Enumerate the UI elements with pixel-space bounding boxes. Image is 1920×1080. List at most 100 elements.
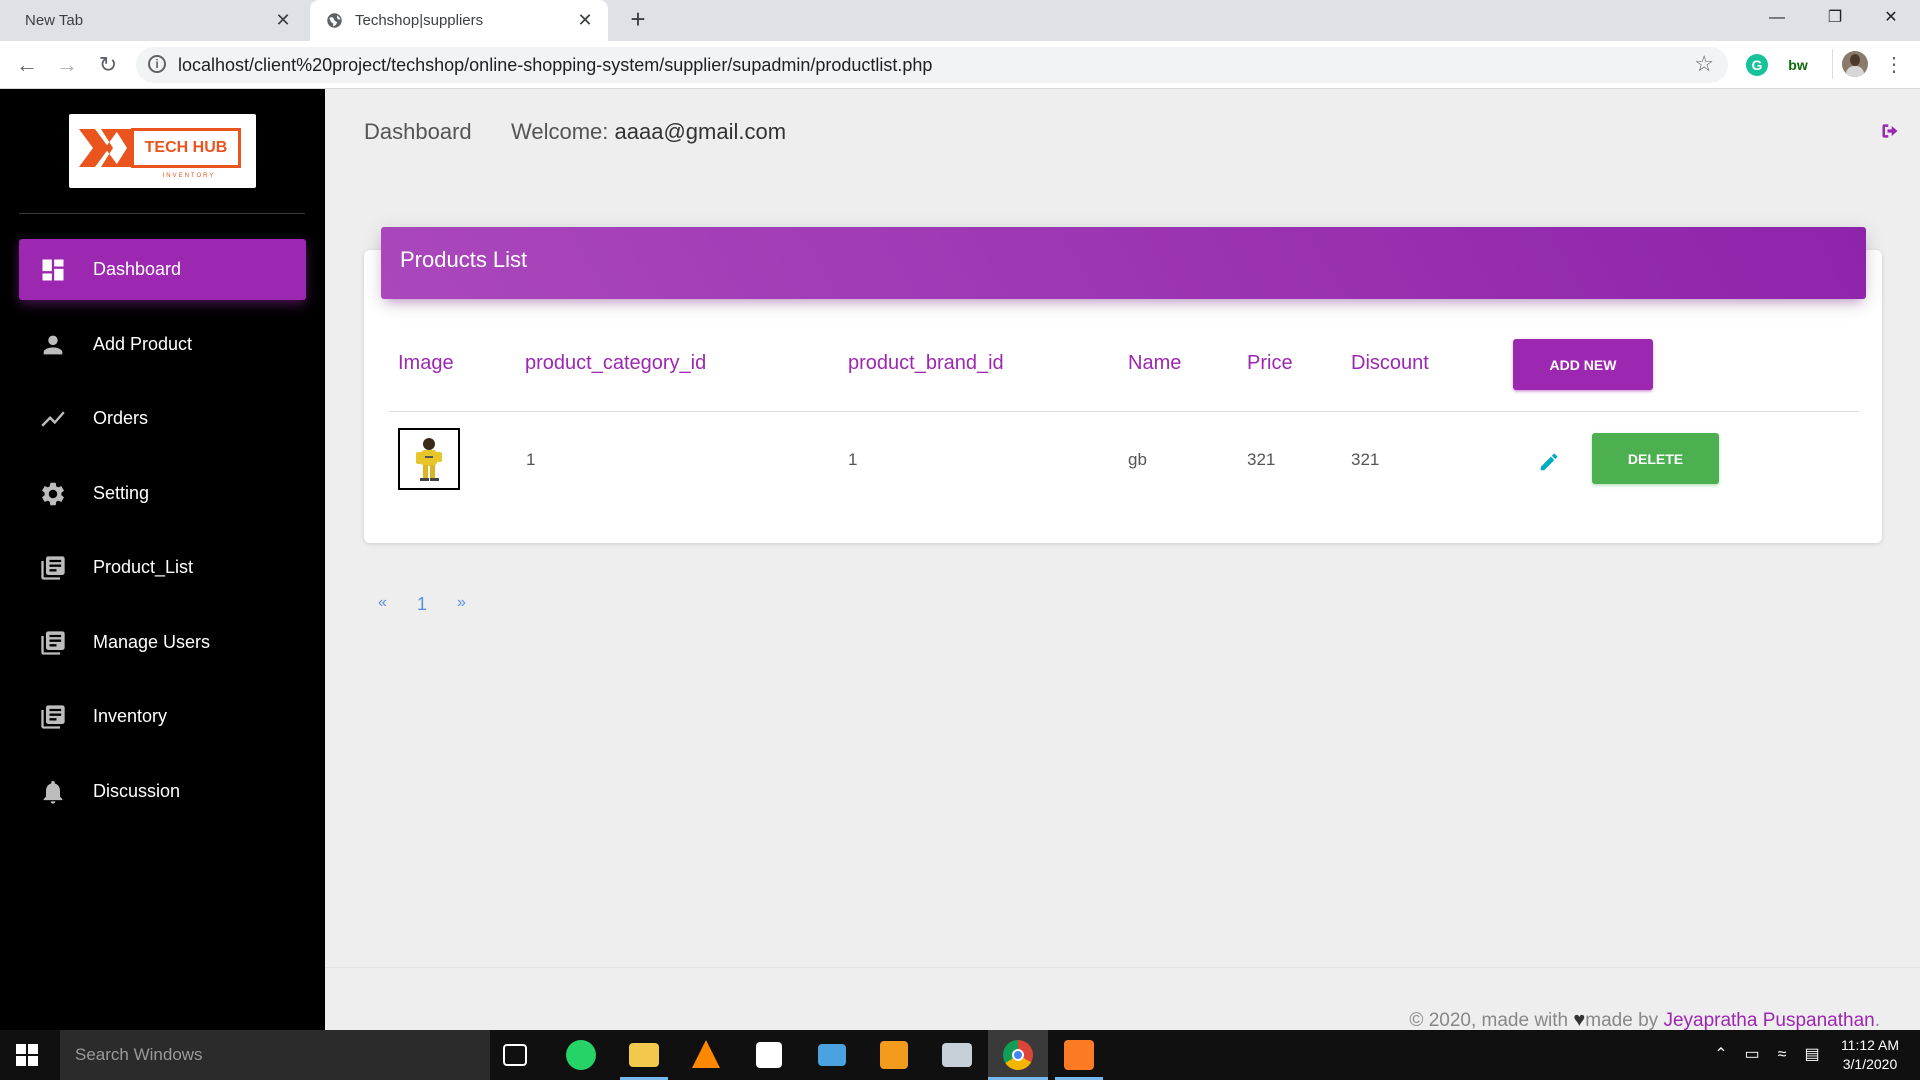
column-header-name: Name xyxy=(1128,352,1182,374)
column-header-discount: Discount xyxy=(1351,352,1429,374)
column-header-price: Price xyxy=(1247,352,1293,374)
globe-icon xyxy=(327,13,342,28)
tab-techshop-suppliers[interactable]: Techshop|suppliers ✕ xyxy=(310,0,608,41)
whatsapp-icon[interactable] xyxy=(566,1040,596,1070)
pagination-page-1[interactable]: 1 xyxy=(417,594,427,615)
store-icon[interactable] xyxy=(756,1042,782,1068)
url-text[interactable]: localhost/client%20project/techshop/onli… xyxy=(178,55,932,76)
address-bar[interactable]: i localhost/client%20project/techshop/on… xyxy=(136,47,1728,83)
task-view-icon[interactable] xyxy=(503,1044,527,1066)
sidebar-divider xyxy=(19,213,305,214)
xampp-icon[interactable] xyxy=(1064,1040,1094,1070)
sidebar-item-orders[interactable]: Orders xyxy=(19,388,306,449)
footer-middle: made by xyxy=(1585,1010,1659,1031)
close-tab-icon[interactable]: ✕ xyxy=(272,9,294,31)
card-header: Products List xyxy=(381,227,1866,299)
main-panel: Dashboard Welcome: aaaa@gmail.com Produc… xyxy=(325,89,1920,1032)
trending-icon xyxy=(37,403,69,435)
sidebar-item-label: Manage Users xyxy=(93,632,211,652)
sidebar-item-label: Dashboard xyxy=(93,259,182,279)
reload-icon[interactable]: ↻ xyxy=(94,51,122,79)
sidebar-item-add-product[interactable]: Add Product xyxy=(19,314,306,375)
tab-title: New Tab xyxy=(25,12,84,29)
welcome-message: Welcome: aaaa@gmail.com xyxy=(511,119,786,145)
clock-date: 3/1/2020 xyxy=(1842,1056,1898,1072)
column-header-brand: product_brand_id xyxy=(848,352,1004,374)
sidebar-item-setting[interactable]: Setting xyxy=(19,463,306,524)
pagination-prev[interactable]: « xyxy=(378,594,387,612)
library-books-icon xyxy=(37,552,69,584)
edit-pencil-icon[interactable] xyxy=(1538,451,1560,473)
column-header-category: product_category_id xyxy=(525,352,707,374)
sidebar-item-dashboard[interactable]: Dashboard xyxy=(19,239,306,300)
welcome-prefix: Welcome: xyxy=(511,119,609,144)
maximize-button[interactable]: ❐ xyxy=(1806,0,1864,38)
menu-kebab-icon[interactable]: ⋮ xyxy=(1880,51,1908,79)
vlc-icon[interactable] xyxy=(692,1040,720,1068)
new-tab-button[interactable]: + xyxy=(624,6,652,34)
system-clock[interactable]: 11:12 AM 3/1/2020 xyxy=(1830,1036,1910,1074)
windows-start-icon[interactable] xyxy=(16,1044,38,1066)
table-divider xyxy=(389,411,1859,412)
tech-hub-logo[interactable]: TECH HUB INVENTORY xyxy=(69,114,256,188)
sidebar-item-discussion[interactable]: Discussion xyxy=(19,761,306,822)
chrome-icon[interactable] xyxy=(1003,1040,1033,1070)
network-app-icon[interactable] xyxy=(942,1043,972,1067)
close-window-button[interactable]: ✕ xyxy=(1862,0,1920,38)
footer-author-link[interactable]: Jeyapratha Puspanathan xyxy=(1663,1010,1874,1031)
library-books-icon xyxy=(37,701,69,733)
delete-button[interactable]: DELETE xyxy=(1592,433,1719,484)
tray-chevron-icon[interactable]: ⌃ xyxy=(1710,1030,1732,1080)
sidebar-item-manage-users[interactable]: Manage Users xyxy=(19,612,306,673)
profile-avatar[interactable] xyxy=(1842,51,1868,77)
clock-time: 11:12 AM xyxy=(1840,1037,1900,1053)
logout-icon[interactable] xyxy=(1880,121,1900,141)
product-thumbnail xyxy=(398,428,460,490)
contacts-app-icon[interactable] xyxy=(818,1044,846,1066)
toolbar-separator xyxy=(1832,49,1833,79)
sidebar-item-label: Inventory xyxy=(93,706,168,726)
cell-name: gb xyxy=(1128,450,1147,469)
user-email: aaaa@gmail.com xyxy=(614,119,787,144)
wifi-icon[interactable]: ≈ xyxy=(1770,1030,1794,1080)
cell-discount: 321 xyxy=(1351,450,1380,469)
sidebar-item-label: Discussion xyxy=(93,781,181,801)
footer-divider xyxy=(325,967,1920,968)
product-image-icon xyxy=(416,438,442,481)
navbar-brand[interactable]: Dashboard xyxy=(364,119,472,145)
back-arrow-icon[interactable]: ← xyxy=(13,51,41,79)
pagination-next[interactable]: » xyxy=(457,594,466,612)
footer-prefix: © 2020, made with xyxy=(1409,1010,1569,1031)
windows-search-input[interactable]: Search Windows xyxy=(60,1030,490,1080)
notification-center-icon[interactable]: ▤ xyxy=(1800,1030,1824,1080)
cell-brand-id: 1 xyxy=(848,450,858,469)
column-header-image: Image xyxy=(398,352,454,374)
battery-icon[interactable]: ▭ xyxy=(1740,1030,1764,1080)
sublime-text-icon[interactable] xyxy=(880,1041,908,1069)
close-tab-icon[interactable]: ✕ xyxy=(574,9,596,31)
windows-taskbar: Search Windows ⌃ ▭ ≈ ▤ 11:12 AM 3/1/2020 xyxy=(0,1030,1920,1080)
add-new-button[interactable]: ADD NEW xyxy=(1513,339,1653,390)
sidebar-item-label: Setting xyxy=(93,483,150,503)
bookmark-star-icon[interactable]: ☆ xyxy=(1694,51,1714,77)
bell-icon xyxy=(37,776,69,808)
dashboard-icon xyxy=(37,254,69,286)
logo-x-mark-icon xyxy=(79,129,131,167)
cell-price: 321 xyxy=(1247,450,1276,469)
bw-extension-icon[interactable]: bw xyxy=(1783,54,1813,76)
logo-brand: TECH HUB xyxy=(144,139,228,156)
grammarly-icon[interactable]: G xyxy=(1746,54,1768,76)
forward-arrow-icon[interactable]: → xyxy=(53,51,81,79)
sidebar-item-label: Orders xyxy=(93,408,149,428)
file-explorer-icon[interactable] xyxy=(629,1043,659,1067)
sidebar-item-inventory[interactable]: Inventory xyxy=(19,686,306,747)
footer-credit: © 2020, made with ♥made by Jeyapratha Pu… xyxy=(1409,1009,1880,1032)
logo-badge: TECH HUB xyxy=(131,128,241,168)
footer-suffix: . xyxy=(1874,1010,1880,1031)
sidebar-item-product-list[interactable]: Product_List xyxy=(19,537,306,598)
minimize-button[interactable]: — xyxy=(1748,0,1806,38)
sidebar-item-label: Product_List xyxy=(93,557,194,577)
tab-new-tab[interactable]: New Tab ✕ xyxy=(0,0,306,41)
info-icon[interactable]: i xyxy=(148,55,166,73)
sidebar-item-label: Add Product xyxy=(93,334,193,354)
